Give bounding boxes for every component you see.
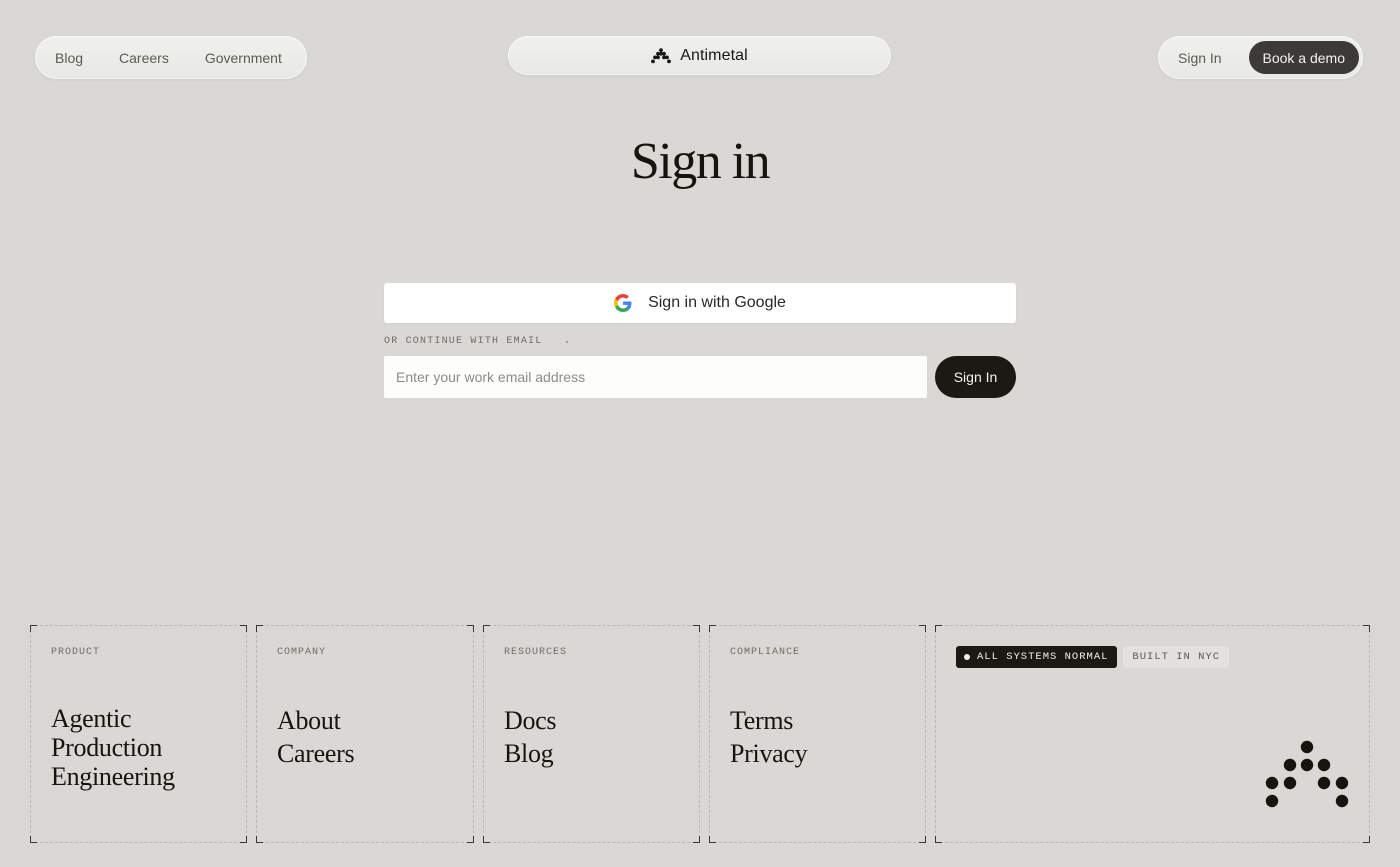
nav-link-government[interactable]: Government [205, 50, 282, 66]
brand-home-link[interactable]: Antimetal [508, 36, 891, 75]
footer-card-company: COMPANY About Careers [256, 625, 474, 843]
footer-compliance-label: COMPLIANCE [730, 647, 801, 658]
footer-product-label: PRODUCT [51, 647, 101, 658]
footer-link-blog[interactable]: Blog [504, 737, 556, 770]
footer-card-compliance: COMPLIANCE Terms Privacy [709, 625, 926, 843]
footer-product-links: Agentic Production Engineering [51, 704, 175, 791]
system-status-badge[interactable]: ALL SYSTEMS NORMAL [956, 646, 1118, 668]
system-status-text: ALL SYSTEMS NORMAL [977, 651, 1109, 663]
built-in-nyc-badge: BUILT IN NYC [1123, 646, 1230, 668]
antimetal-large-logo-icon [1264, 740, 1350, 815]
footer-company-label: COMPANY [277, 647, 327, 658]
status-dot-icon [964, 654, 970, 660]
nav-link-careers[interactable]: Careers [119, 50, 169, 66]
divider-dot [566, 341, 568, 343]
page-title: Sign in [630, 133, 771, 190]
footer-company-links: About Careers [277, 704, 355, 770]
nav-link-blog[interactable]: Blog [55, 50, 83, 66]
footer-compliance-links: Terms Privacy [730, 704, 808, 770]
google-button-label: Sign in with Google [648, 294, 786, 311]
footer-link-production[interactable]: Production [51, 733, 175, 762]
google-sign-in-button[interactable]: Sign in with Google [384, 283, 1016, 323]
sign-in-page: Blog Careers Government Antimetal Sign I… [0, 0, 1400, 867]
footer-resources-links: Docs Blog [504, 704, 557, 770]
footer-link-careers[interactable]: Careers [277, 737, 355, 770]
email-sign-in-button[interactable]: Sign In [935, 356, 1016, 398]
footer-card-product: PRODUCT Agentic Production Engineering [30, 625, 247, 843]
google-g-icon [614, 294, 632, 312]
footer-resources-label: RESOURCES [504, 647, 568, 658]
footer-link-docs[interactable]: Docs [504, 704, 557, 737]
footer-link-about[interactable]: About [277, 704, 354, 737]
footer-link-terms[interactable]: Terms [730, 704, 807, 737]
footer-card-resources: RESOURCES Docs Blog [483, 625, 700, 843]
email-divider-label: OR CONTINUE WITH EMAIL [384, 336, 543, 347]
book-demo-button[interactable]: Book a demo [1248, 41, 1359, 74]
primary-nav: Blog Careers Government [35, 36, 307, 79]
brand-name: Antimetal [680, 46, 748, 64]
status-badges: ALL SYSTEMS NORMAL BUILT IN NYC [956, 646, 1230, 668]
footer-link-agentic[interactable]: Agentic [51, 704, 175, 733]
header-sign-in-link[interactable]: Sign In [1178, 50, 1222, 66]
footer-link-engineering[interactable]: Engineering [51, 762, 175, 791]
antimetal-logo-icon [651, 47, 672, 64]
footer-link-privacy[interactable]: Privacy [730, 737, 808, 770]
footer-card-status: ALL SYSTEMS NORMAL BUILT IN NYC [935, 625, 1370, 843]
account-nav: Sign In Book a demo [1158, 36, 1363, 79]
email-input[interactable] [384, 356, 927, 398]
